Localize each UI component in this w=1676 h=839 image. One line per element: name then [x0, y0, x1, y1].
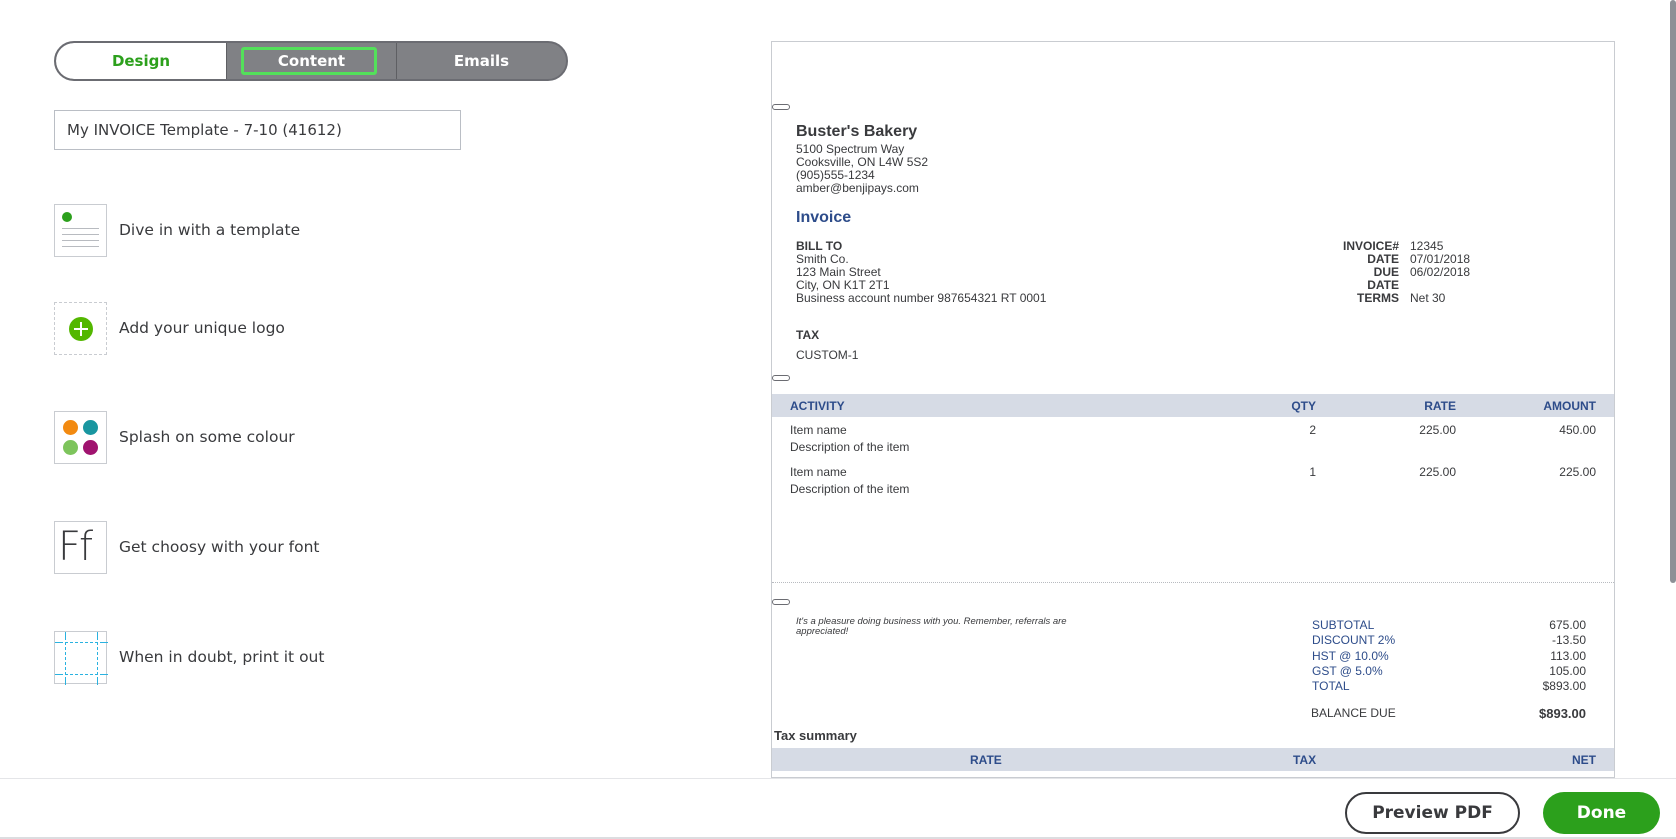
font-icon: Ff: [54, 520, 107, 574]
table-row: Item name Description of the item 2 225.…: [772, 418, 1614, 456]
invoice-title: Invoice: [796, 209, 852, 226]
balance-due-value: $893.00: [1539, 706, 1586, 721]
company-name: Buster's Bakery: [796, 123, 918, 140]
item-desc: Description of the item: [790, 482, 910, 496]
col-rate: RATE: [1424, 399, 1456, 413]
total-key: HST @ 10.0%: [1312, 648, 1389, 663]
tab-design-label: Design: [111, 52, 171, 70]
business-account: Business account number 987654321 RT 000…: [796, 291, 1047, 305]
footer-bar: Preview PDF Done: [0, 778, 1676, 839]
meta-value: 06/02/2018: [1410, 265, 1471, 279]
item-desc: Description of the item: [790, 440, 910, 454]
option-font-label: Get choosy with your font: [119, 538, 320, 556]
company-email: amber@benjipays.com: [796, 181, 919, 195]
item-name: Item name: [790, 465, 847, 479]
tab-content[interactable]: Content: [226, 43, 397, 79]
template-icon: [54, 203, 107, 257]
option-font[interactable]: Ff Get choosy with your font: [54, 520, 319, 574]
col-amount: AMOUNT: [1543, 399, 1596, 413]
page-scrollbar[interactable]: [1670, 0, 1676, 583]
tax-col-rate: RATE: [970, 753, 1002, 767]
tax-col-net: NET: [1572, 753, 1596, 767]
company-info: Buster's Bakery 5100 Spectrum Way Cooksv…: [796, 122, 928, 195]
total-value: 113.00: [1550, 648, 1586, 663]
template-name-input[interactable]: [54, 110, 461, 150]
preview-pdf-label: Preview PDF: [1372, 803, 1493, 823]
add-logo-icon: [54, 301, 107, 355]
tab-design[interactable]: Design: [56, 43, 226, 79]
tab-emails[interactable]: Emails: [397, 43, 566, 79]
totals: SUBTOTAL 675.00 DISCOUNT 2% -13.50 HST @ 1…: [1312, 618, 1586, 694]
option-print-label: When in doubt, print it out: [119, 648, 325, 666]
option-logo-label: Add your unique logo: [119, 319, 285, 337]
option-colour-label: Splash on some colour: [119, 428, 295, 446]
item-amount: 225.00: [1559, 465, 1596, 479]
meta-key: DUE DATE: [1367, 265, 1399, 292]
total-value: $893.00: [1542, 679, 1586, 694]
option-logo[interactable]: Add your unique logo: [54, 301, 285, 355]
item-rate: 225.00: [1419, 465, 1456, 479]
invoice-preview: Buster's Bakery 5100 Spectrum Way Cooksv…: [771, 41, 1615, 778]
option-template-label: Dive in with a template: [119, 221, 301, 239]
print-margins-icon: [54, 630, 108, 685]
option-print[interactable]: When in doubt, print it out: [54, 630, 325, 685]
editor-tabs: Design Content Emails: [54, 41, 568, 81]
meta-key: TERMS: [1357, 291, 1399, 305]
bill-to: BILL TO Smith Co. 123 Main Street City, …: [796, 240, 1046, 305]
total-value: 675.00: [1549, 618, 1586, 632]
table-row: Item name Description of the item 1 225.…: [772, 460, 1614, 498]
item-name: Item name: [790, 423, 847, 437]
invoice-meta: INVOICE# 12345 DATE 07/01/2018 DUE DATE 06/…: [1340, 240, 1490, 305]
item-qty: 2: [1309, 423, 1316, 437]
option-colour[interactable]: Splash on some colour: [54, 410, 295, 464]
section-handle[interactable]: [772, 104, 790, 110]
line-items-header: ACTIVITY QTY RATE AMOUNT: [772, 394, 1614, 417]
total-value: -13.50: [1551, 633, 1586, 648]
total-key: DISCOUNT 2%: [1312, 633, 1396, 648]
balance-due-label: BALANCE DUE: [1311, 706, 1396, 720]
colour-palette-icon: [54, 410, 107, 464]
meta-value: Net 30: [1410, 291, 1446, 305]
total-value: 105.00: [1549, 663, 1586, 678]
total-key: GST @ 5.0%: [1312, 663, 1383, 678]
tax-col-tax: TAX: [1293, 753, 1317, 767]
option-template[interactable]: Dive in with a template: [54, 203, 300, 257]
tab-content-label: Content: [277, 52, 346, 70]
done-label: Done: [1576, 803, 1627, 823]
total-key: TOTAL: [1312, 679, 1350, 694]
tax-summary-header: RATE TAX NET: [772, 748, 1614, 771]
tax-block: TAX CUSTOM-1: [796, 328, 858, 362]
invoice-note: It's a pleasure doing business with you.…: [796, 616, 1067, 637]
tab-emails-label: Emails: [453, 52, 510, 70]
item-rate: 225.00: [1419, 423, 1456, 437]
tax-summary-heading: Tax summary: [774, 728, 857, 743]
done-button[interactable]: Done: [1543, 792, 1660, 834]
item-amount: 450.00: [1559, 423, 1596, 437]
col-qty: QTY: [1291, 399, 1316, 413]
total-key: SUBTOTAL: [1312, 618, 1375, 632]
divider: [772, 582, 1614, 583]
section-handle[interactable]: [772, 375, 790, 381]
tax-heading: TAX: [796, 328, 820, 342]
tax-value: CUSTOM-1: [796, 348, 859, 362]
item-qty: 1: [1309, 465, 1316, 479]
preview-pdf-button[interactable]: Preview PDF: [1345, 792, 1520, 834]
col-activity: ACTIVITY: [790, 399, 845, 413]
balance-due: BALANCE DUE $893.00: [1311, 706, 1586, 721]
section-handle[interactable]: [772, 599, 790, 605]
